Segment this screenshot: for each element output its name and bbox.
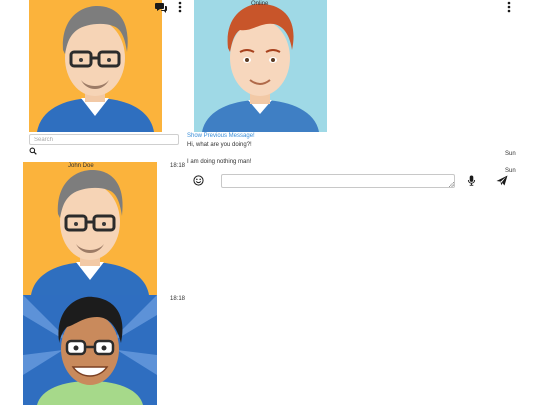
contact-list-item-avatar[interactable] — [23, 295, 157, 405]
reply-input[interactable] — [221, 174, 455, 188]
message-text: I am doing nothing man! — [187, 159, 252, 165]
sidebar-menu-icon[interactable] — [174, 1, 186, 13]
search-input[interactable] — [29, 134, 179, 145]
microphone-icon[interactable] — [467, 175, 476, 186]
contact-status: Online — [251, 1, 269, 7]
message-text: Hi, what are you doing?! — [187, 142, 252, 148]
contact-list-item-avatar[interactable] — [23, 162, 157, 295]
comments-icon[interactable] — [155, 1, 167, 13]
contact-name[interactable]: John Doe — [68, 163, 94, 169]
smiley-icon[interactable] — [193, 175, 204, 186]
search-icon[interactable] — [29, 147, 37, 155]
contact-time: 18:18 — [170, 163, 186, 169]
contact-avatar[interactable] — [194, 0, 327, 132]
conversation-menu-icon[interactable] — [503, 1, 515, 13]
contact-time: 18:18 — [170, 296, 186, 302]
paper-plane-icon[interactable] — [496, 175, 508, 186]
message-time: Sun — [505, 151, 516, 157]
resize-handle[interactable] — [449, 182, 454, 187]
chat-app: { "header": { "contact_status": "Online"… — [0, 0, 540, 405]
message-time: Sun — [505, 168, 516, 174]
show-previous-message-link[interactable]: Show Previous Message! — [187, 133, 255, 139]
my-profile-avatar[interactable] — [29, 0, 162, 132]
